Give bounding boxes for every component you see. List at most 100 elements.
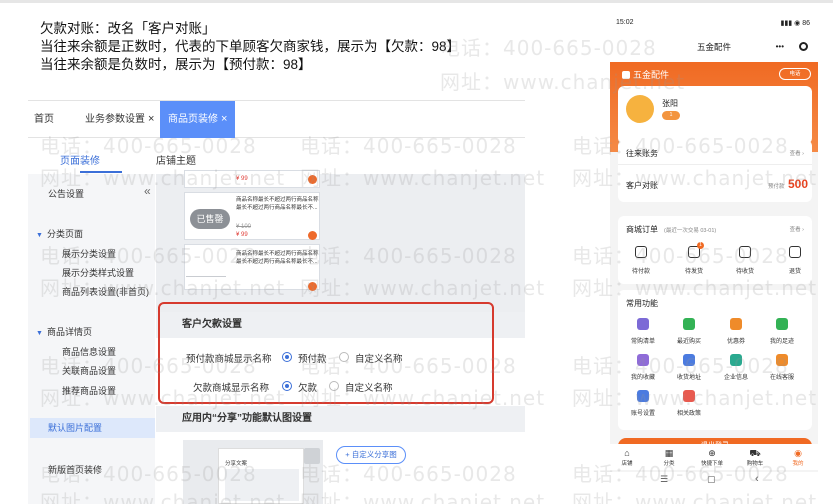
grid-icon: ▦: [664, 448, 674, 458]
active-tab-underline: [80, 171, 122, 173]
func-label[interactable]: 企业信息: [716, 372, 756, 381]
nav-category[interactable]: ▦ 分类: [654, 448, 684, 467]
company-icon[interactable]: [730, 354, 742, 366]
quick-order-icon: ⊕: [708, 448, 716, 458]
mobile-preview: 15:02 ▮▮▮ ◉ 86 五金配件 ••• 五金配件 电话 张阳 1 往来账…: [610, 14, 818, 488]
tab-business-settings[interactable]: 业务参数设置 ×: [85, 101, 154, 138]
sidebar-group-detail[interactable]: ▼ 商品详情页: [36, 325, 92, 338]
account-card: 往来账务 查看 › 客户对账 预付款 500: [618, 140, 812, 202]
customer-reconcile-label[interactable]: 客户对账: [626, 180, 658, 191]
tab-product-page-decoration[interactable]: 商品页装修 ×: [160, 101, 236, 138]
func-label[interactable]: 优惠券: [716, 336, 756, 345]
status-icons: ▮▮▮ ◉ 86: [780, 20, 810, 27]
call-button[interactable]: 电话: [779, 68, 811, 80]
close-miniapp-icon[interactable]: [799, 42, 808, 51]
home-key-icon[interactable]: ▢: [707, 474, 716, 485]
func-label[interactable]: 在线客服: [762, 372, 802, 381]
price: ¥ 99: [236, 232, 248, 238]
group-label: 商品详情页: [46, 327, 92, 337]
nav-quick-order[interactable]: ⊕ 快捷下单: [697, 448, 727, 467]
func-label[interactable]: 常购清单: [623, 336, 663, 345]
account-more-link[interactable]: 查看 ›: [790, 149, 804, 157]
order-tab-unshipped[interactable]: 待发货: [674, 266, 714, 275]
section-header-share: 应用内“分享”功能默认图设置: [156, 406, 525, 432]
sidebar-item-category-display[interactable]: 展示分类设置: [62, 247, 116, 260]
order-tab-returns[interactable]: 退货: [775, 266, 815, 275]
nav-label: 店铺: [621, 461, 633, 467]
tab-store-theme[interactable]: 店铺主题: [156, 152, 196, 167]
func-label[interactable]: 最近购买: [669, 336, 709, 345]
func-label[interactable]: 相关政策: [669, 408, 709, 417]
price: ¥ 99: [236, 176, 248, 182]
nav-store[interactable]: ⌂ 店铺: [612, 448, 642, 467]
account-settings-icon[interactable]: [637, 390, 649, 402]
avatar: [626, 95, 654, 123]
cart-icon: ⛟: [749, 448, 761, 458]
store-name-text: 五金配件: [633, 70, 670, 80]
sidebar-item-product-info[interactable]: 商品信息设置: [62, 345, 116, 358]
back-key-icon[interactable]: ‹: [755, 473, 759, 485]
highlight-box: [158, 302, 494, 404]
order-tab-unpaid[interactable]: 待付款: [621, 266, 661, 275]
add-custom-share-button[interactable]: + 自定义分享图: [336, 446, 406, 464]
func-label[interactable]: 我的足迹: [762, 336, 802, 345]
divider: [618, 164, 812, 165]
order-tab-unreceived[interactable]: 待收货: [725, 266, 765, 275]
note-line-3: 当往来余额是负数时，展示为【预付款：98】: [40, 57, 312, 72]
share-card-title: 分享文案: [225, 461, 248, 467]
add-cart-icon[interactable]: [308, 231, 317, 240]
level-badge: 1: [662, 111, 680, 120]
bag-icon[interactable]: [683, 318, 695, 330]
sidebar-item-default-image[interactable]: 默认图片配置: [30, 418, 155, 438]
wallet-icon[interactable]: [635, 246, 647, 258]
sidebar-item-recommended[interactable]: 推荐商品设置: [62, 384, 116, 397]
sidebar-item-product-list[interactable]: 商品列表设置(非首页): [62, 285, 149, 298]
more-icon[interactable]: •••: [776, 32, 784, 62]
admin-tab-bar: 首页 业务参数设置 × 商品页装修 ×: [28, 100, 525, 138]
tab-label: 业务参数设置: [85, 114, 145, 125]
caret-down-icon: ▼: [36, 330, 43, 337]
close-icon[interactable]: ×: [221, 113, 227, 125]
sidebar-item-new-home[interactable]: 新版首页装修: [48, 463, 102, 476]
close-icon[interactable]: ×: [148, 113, 154, 125]
user-card: 张阳 1: [618, 86, 812, 144]
orders-hint: (最近一次交易 03-01): [664, 228, 717, 234]
sidebar-group-category[interactable]: ▼ 分类页面: [36, 227, 83, 240]
collapse-icon[interactable]: «: [144, 184, 151, 198]
orders-more-link[interactable]: 查看 ›: [790, 225, 804, 233]
policy-icon[interactable]: [683, 390, 695, 402]
product-desc: 最长不超过两行商品名称最长不...: [236, 205, 318, 211]
sidebar-item-category-style[interactable]: 展示分类样式设置: [62, 266, 134, 279]
func-label[interactable]: 收货地址: [669, 372, 709, 381]
status-bar: 15:02 ▮▮▮ ◉ 86: [610, 14, 818, 32]
tab-home[interactable]: 首页: [34, 101, 54, 138]
star-icon[interactable]: [637, 354, 649, 366]
func-label[interactable]: 账号设置: [623, 408, 663, 417]
nav-cart[interactable]: ⛟ 购物车: [740, 448, 770, 467]
note-line-2: 当往来余额是正数时，代表的下单顾客欠商家钱，展示为【欠款：98】: [40, 39, 461, 54]
settings-sidebar: [28, 174, 155, 504]
product-desc: 商品名称最长不超过两行商品名称: [236, 251, 319, 257]
add-cart-icon[interactable]: [308, 282, 317, 291]
watermark-site: 网址：www.chanjet.net: [300, 490, 546, 504]
add-cart-icon[interactable]: [308, 175, 317, 184]
sidebar-item-notice[interactable]: 公告设置: [48, 187, 84, 200]
menu-key-icon[interactable]: ☰: [660, 474, 668, 485]
status-time: 15:02: [616, 19, 634, 26]
headset-icon[interactable]: [776, 354, 788, 366]
nav-mine[interactable]: ◉ 我的: [783, 448, 813, 467]
return-icon[interactable]: [789, 246, 801, 258]
location-icon[interactable]: [683, 354, 695, 366]
tab-page-decoration[interactable]: 页面装修: [60, 152, 100, 167]
account-header: 往来账务: [626, 149, 658, 158]
group-label: 分类页面: [46, 229, 83, 239]
nav-label: 购物车: [746, 461, 764, 467]
footprint-icon[interactable]: [776, 318, 788, 330]
nav-label: 快捷下单: [700, 461, 723, 467]
receive-icon[interactable]: [739, 246, 751, 258]
coupon-icon[interactable]: [730, 318, 742, 330]
sidebar-item-related-products[interactable]: 关联商品设置: [62, 364, 116, 377]
list-icon[interactable]: [637, 318, 649, 330]
user-icon: ◉: [794, 448, 802, 458]
func-label[interactable]: 我的收藏: [623, 372, 663, 381]
